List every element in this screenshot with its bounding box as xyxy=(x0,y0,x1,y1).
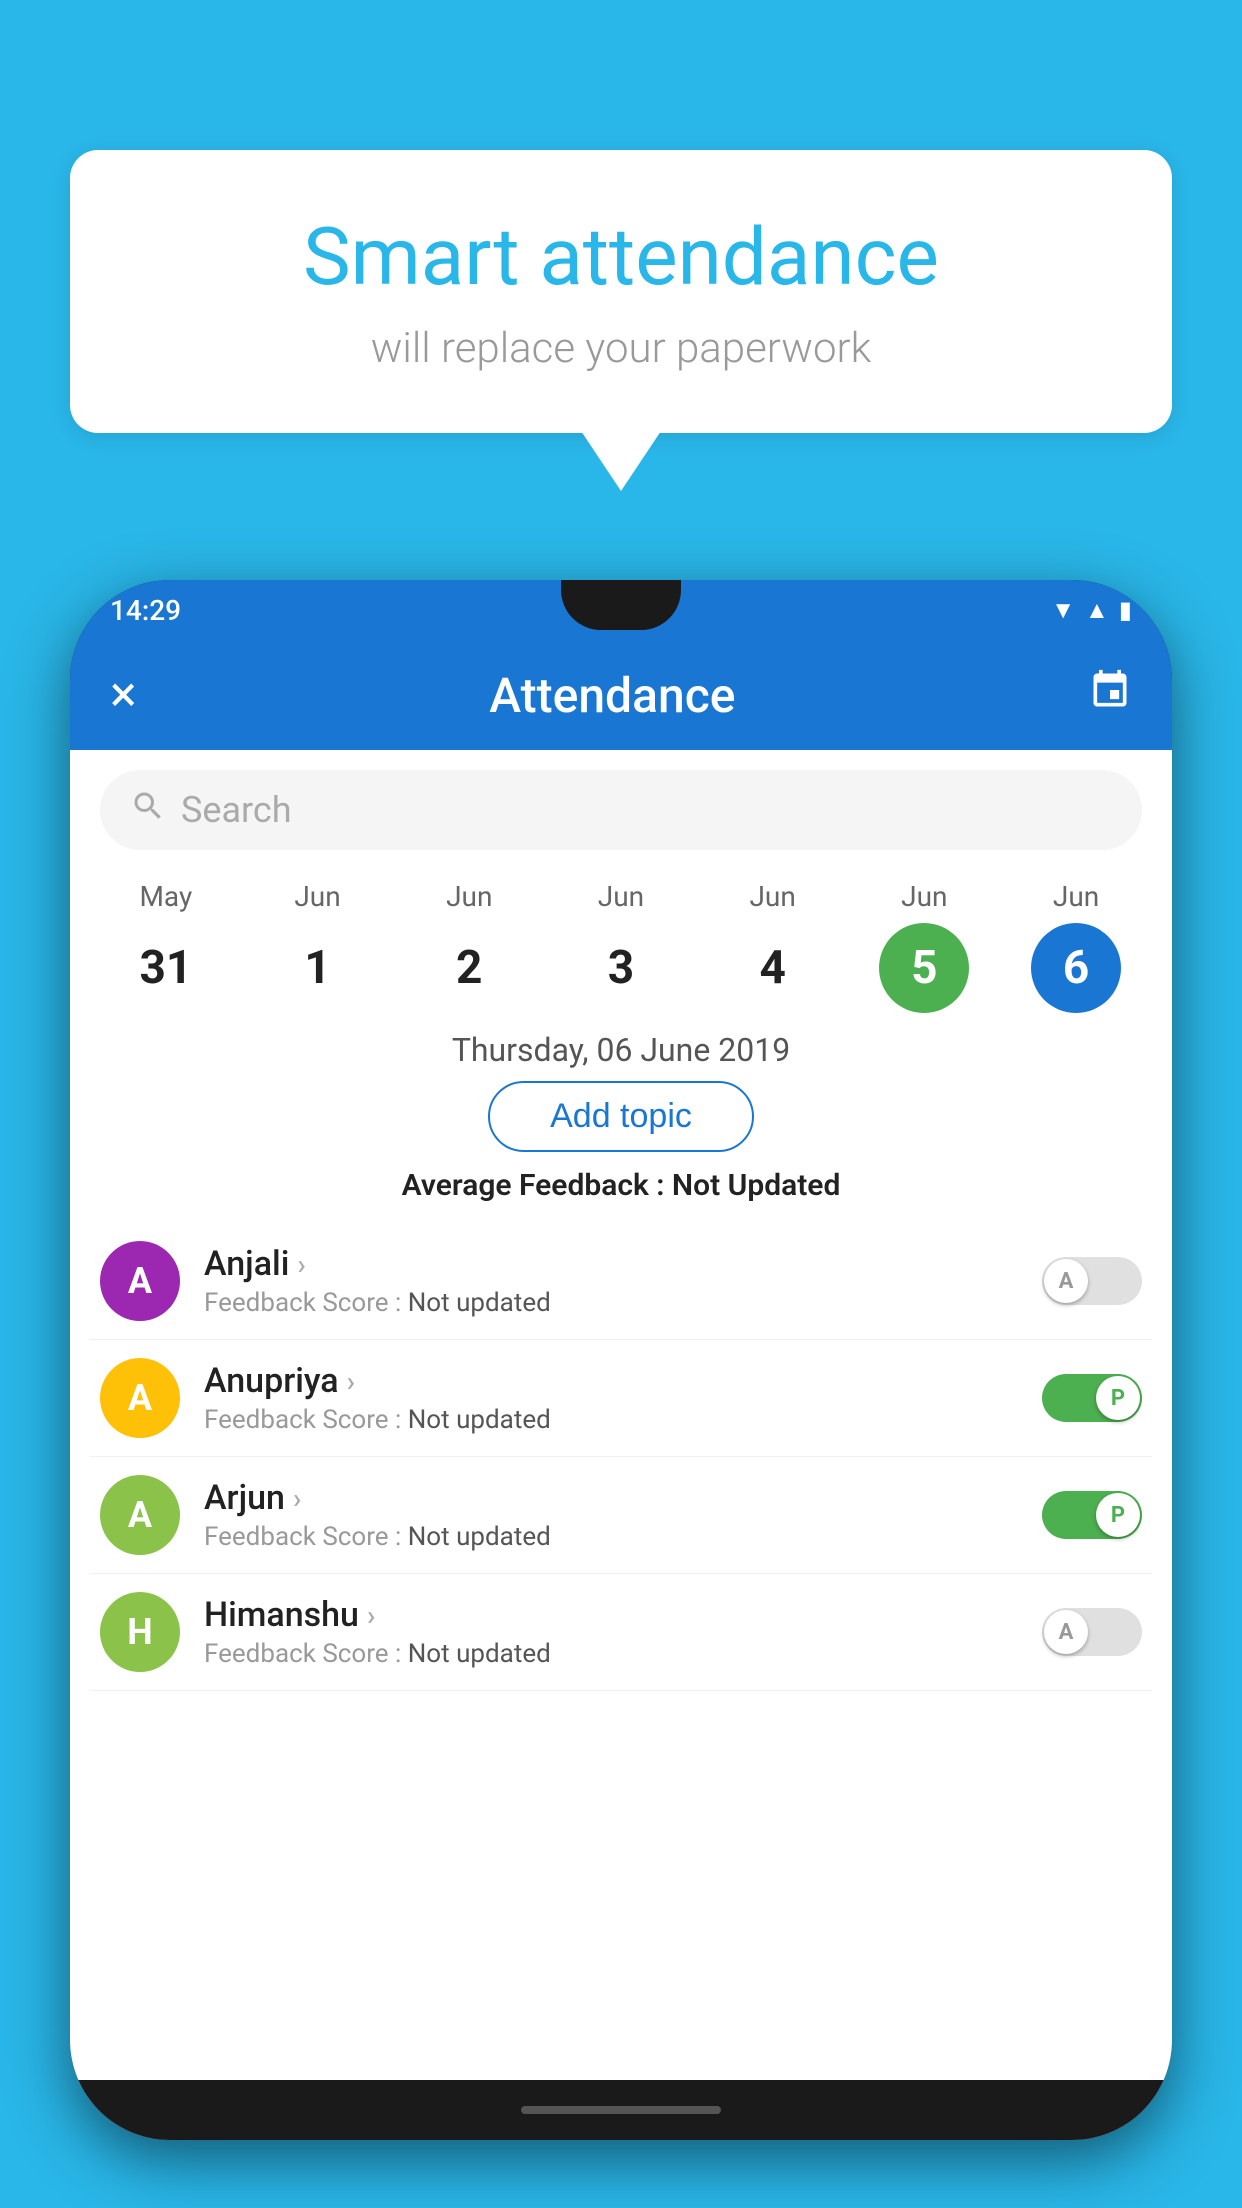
avg-feedback: Average Feedback : Not Updated xyxy=(70,1168,1172,1203)
cal-month-2: Jun xyxy=(446,880,492,913)
calendar-row: May 31 Jun 1 Jun 2 Jun 3 Jun 4 Jun 5 Jun 6 xyxy=(70,870,1172,1013)
student-chevron-2: › xyxy=(293,1482,301,1515)
student-feedback-2: Feedback Score : Not updated xyxy=(204,1522,1042,1552)
student-avatar-1: A xyxy=(100,1358,180,1438)
cal-date-0: 31 xyxy=(121,923,211,1013)
search-bar[interactable]: Search xyxy=(100,770,1142,850)
phone-bottom xyxy=(70,2080,1172,2140)
calendar-day-2[interactable]: Jun 2 xyxy=(404,880,534,1013)
calendar-day-3[interactable]: Jun 3 xyxy=(556,880,686,1013)
cal-date-1: 1 xyxy=(273,923,363,1013)
student-info-0: Anjali › Feedback Score : Not updated xyxy=(204,1244,1042,1318)
avg-feedback-value: Not Updated xyxy=(672,1168,840,1203)
toggle-knob-1: P xyxy=(1096,1376,1140,1420)
student-feedback-0: Feedback Score : Not updated xyxy=(204,1288,1042,1318)
close-button[interactable]: × xyxy=(110,666,137,724)
status-time: 14:29 xyxy=(110,594,181,627)
speech-bubble-tail xyxy=(581,431,661,491)
student-name-3: Himanshu › xyxy=(204,1595,1042,1635)
calendar-day-5[interactable]: Jun 5 xyxy=(859,880,989,1013)
student-name-2: Arjun › xyxy=(204,1478,1042,1518)
student-avatar-3: H xyxy=(100,1592,180,1672)
cal-date-4: 4 xyxy=(728,923,818,1013)
app-header: × Attendance xyxy=(70,640,1172,750)
phone-frame: 14:29 ▼ ▲ ▮ × Attendance Search May 3 xyxy=(70,580,1172,2140)
student-name-0: Anjali › xyxy=(204,1244,1042,1284)
app-title: Attendance xyxy=(489,667,735,724)
calendar-day-0[interactable]: May 31 xyxy=(101,880,231,1013)
student-avatar-0: A xyxy=(100,1241,180,1321)
student-avatar-2: A xyxy=(100,1475,180,1555)
toggle-knob-0: A xyxy=(1044,1259,1088,1303)
battery-icon: ▮ xyxy=(1119,596,1132,624)
speech-bubble-subtitle: will replace your paperwork xyxy=(150,324,1092,373)
cal-month-0: May xyxy=(139,880,192,913)
cal-month-5: Jun xyxy=(901,880,947,913)
search-placeholder: Search xyxy=(181,789,292,831)
student-chevron-3: › xyxy=(367,1599,375,1632)
student-info-3: Himanshu › Feedback Score : Not updated xyxy=(204,1595,1042,1669)
status-icons: ▼ ▲ ▮ xyxy=(1051,596,1132,625)
student-item-0[interactable]: AAnjali ›Feedback Score : Not updatedA xyxy=(90,1223,1152,1340)
student-item-3[interactable]: H Himanshu › Feedback Score : Not updatedA xyxy=(90,1574,1152,1691)
cal-month-3: Jun xyxy=(598,880,644,913)
student-feedback-3: Feedback Score : Not updated xyxy=(204,1639,1042,1669)
cal-month-6: Jun xyxy=(1053,880,1099,913)
student-toggle-0[interactable]: A xyxy=(1042,1257,1142,1305)
calendar-day-6[interactable]: Jun 6 xyxy=(1011,880,1141,1013)
toggle-knob-2: P xyxy=(1096,1493,1140,1537)
student-chevron-0: › xyxy=(297,1248,305,1281)
speech-bubble-container: Smart attendance will replace your paper… xyxy=(70,150,1172,491)
search-icon xyxy=(130,788,166,833)
calendar-icon[interactable] xyxy=(1088,668,1132,723)
toggle-knob-3: A xyxy=(1044,1610,1088,1654)
signal-icon: ▲ xyxy=(1085,596,1109,625)
calendar-day-1[interactable]: Jun 1 xyxy=(253,880,383,1013)
student-toggle-3[interactable]: A xyxy=(1042,1608,1142,1656)
student-chevron-1: › xyxy=(347,1365,355,1398)
cal-month-1: Jun xyxy=(294,880,340,913)
phone-screen: Search May 31 Jun 1 Jun 2 Jun 3 Jun 4 Jun 5 Jun 6 Thu… xyxy=(70,750,1172,2140)
cal-month-4: Jun xyxy=(749,880,795,913)
student-name-1: Anupriya › xyxy=(204,1361,1042,1401)
student-toggle-1[interactable]: P xyxy=(1042,1374,1142,1422)
speech-bubble: Smart attendance will replace your paper… xyxy=(70,150,1172,433)
student-item-2[interactable]: A Arjun › Feedback Score : Not updated P xyxy=(90,1457,1152,1574)
cal-date-3: 3 xyxy=(576,923,666,1013)
student-info-1: Anupriya › Feedback Score : Not updated xyxy=(204,1361,1042,1435)
cal-date-6: 6 xyxy=(1031,923,1121,1013)
avg-feedback-label: Average Feedback : xyxy=(402,1168,672,1203)
cal-date-5: 5 xyxy=(879,923,969,1013)
cal-date-2: 2 xyxy=(424,923,514,1013)
phone-notch xyxy=(561,580,681,630)
selected-date: Thursday, 06 June 2019 xyxy=(70,1031,1172,1069)
student-toggle-2[interactable]: P xyxy=(1042,1491,1142,1539)
speech-bubble-title: Smart attendance xyxy=(150,210,1092,304)
student-info-2: Arjun › Feedback Score : Not updated xyxy=(204,1478,1042,1552)
home-indicator xyxy=(521,2106,721,2114)
student-list: AAnjali ›Feedback Score : Not updatedAAA… xyxy=(70,1223,1172,1691)
student-feedback-1: Feedback Score : Not updated xyxy=(204,1405,1042,1435)
calendar-day-4[interactable]: Jun 4 xyxy=(708,880,838,1013)
wifi-icon: ▼ xyxy=(1051,596,1075,625)
student-item-1[interactable]: A Anupriya › Feedback Score : Not updated P xyxy=(90,1340,1152,1457)
add-topic-button[interactable]: Add topic xyxy=(488,1081,754,1152)
